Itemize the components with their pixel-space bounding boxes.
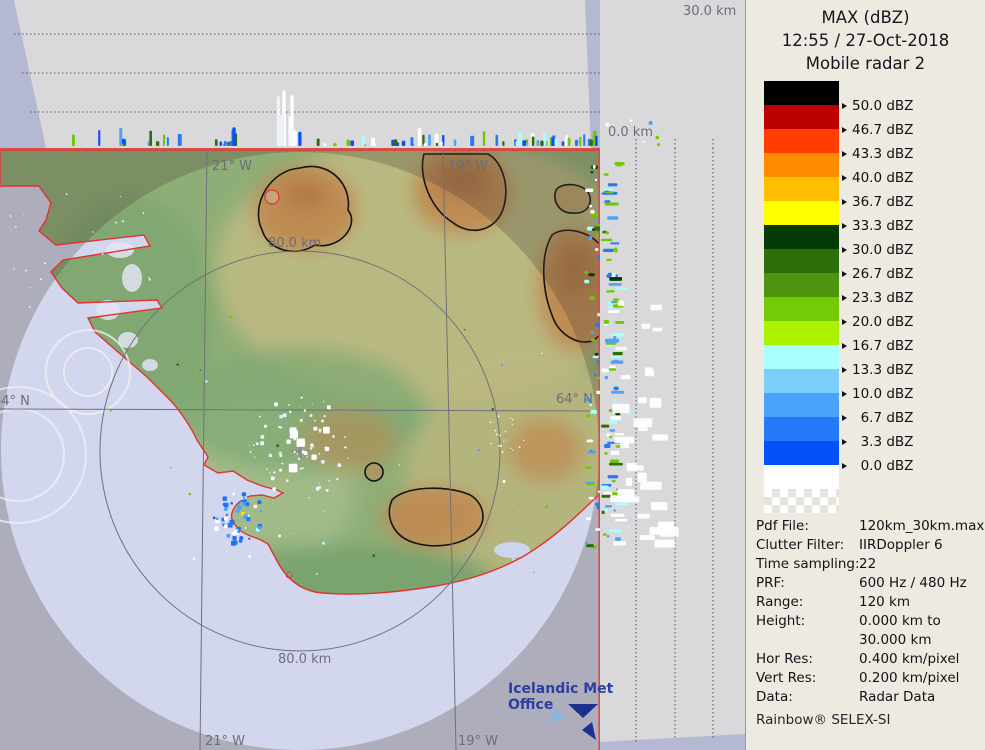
projection-cone-edge [600, 734, 745, 750]
scale-band: 6.7 dBZ [764, 393, 839, 417]
radar-display-window: 30.0 km 0.0 km [0, 0, 985, 750]
product-metadata: Pdf File: 120km_30km.max Clutter Filter:… [756, 517, 981, 707]
scale-band: 16.7 dBZ [764, 321, 839, 345]
scale-band-swatch [764, 321, 839, 345]
scale-band: 46.7 dBZ [764, 105, 839, 129]
metadata-row: Time sampling: 22 [756, 555, 981, 574]
height-min-label: 0.0 km [608, 126, 653, 140]
radar-map-view[interactable]: 21° W 19° W 80.0 km 64° N 64° N 80.0 km … [0, 148, 600, 750]
info-titles: MAX (dBZ) 12:55 / 27-Oct-2018 Mobile rad… [746, 6, 985, 75]
right-projection-panel [600, 148, 745, 750]
parallel-label-64n-right: 64° N [556, 393, 593, 407]
scale-band-label: 26.7 dBZ [842, 266, 913, 282]
scale-band-swatch [764, 177, 839, 201]
parallel-label-64n-left: 64° N [0, 395, 30, 409]
scale-band-label: 50.0 dBZ [842, 98, 913, 114]
scale-band: 23.3 dBZ [764, 273, 839, 297]
radar-name: Mobile radar 2 [746, 52, 985, 75]
width-gridlines [636, 148, 713, 743]
corner-ticks [636, 139, 713, 148]
metadata-row: Hor Res: 0.400 km/pixel [756, 650, 981, 669]
meridian-label-19w-bottom: 19° W [458, 735, 498, 749]
scale-band-swatch [764, 249, 839, 273]
range-label-80km-bottom: 80.0 km [278, 653, 331, 667]
software-brand: Rainbow® SELEX-SI [756, 712, 890, 728]
scale-band-swatch [764, 393, 839, 417]
scale-band-label: 33.3 dBZ [842, 218, 913, 234]
metadata-row: Data: Radar Data [756, 688, 981, 707]
scale-band-swatch [764, 417, 839, 441]
projection-cone-edge [0, 0, 46, 148]
scale-band: 26.7 dBZ [764, 249, 839, 273]
right-projection-echoes [601, 162, 679, 548]
product-title: MAX (dBZ) [746, 6, 985, 29]
scale-band-label: 16.7 dBZ [842, 338, 913, 354]
scale-band-swatch [764, 81, 839, 105]
top-projection-graphic [0, 0, 600, 148]
scale-band-label: 6.7 dBZ [842, 410, 913, 426]
color-scale: 50.0 dBZ 46.7 dBZ 43.3 dBZ 40.0 [764, 81, 839, 513]
scale-band-swatch [764, 201, 839, 225]
scale-band-swatch [764, 441, 839, 465]
scale-band: 10.0 dBZ [764, 369, 839, 393]
scale-band-swatch [764, 105, 839, 129]
imo-logo-line1: Icelandic Met [508, 681, 613, 697]
scale-band: 50.0 dBZ [764, 81, 839, 105]
scale-band-below-threshold [764, 465, 839, 489]
top-projection-panel [0, 0, 600, 148]
small-lake [265, 190, 279, 204]
scale-band-swatch [764, 369, 839, 393]
metadata-row: 30.000 km [756, 631, 981, 650]
scale-band: 36.7 dBZ [764, 177, 839, 201]
height-scale-corner: 30.0 km 0.0 km [600, 0, 745, 148]
scale-band-swatch [764, 297, 839, 321]
projection-cone-edge [585, 0, 600, 148]
metadata-row: Range: 120 km [756, 593, 981, 612]
metadata-row: Clutter Filter: IIRDoppler 6 [756, 536, 981, 555]
timestamp: 12:55 / 27-Oct-2018 [746, 29, 985, 52]
right-projection-graphic [600, 148, 745, 750]
metadata-row: Vert Res: 0.200 km/pixel [756, 669, 981, 688]
scale-band-swatch [764, 153, 839, 177]
scale-band: 43.3 dBZ [764, 129, 839, 153]
meridian-label-19w-top: 19° W [448, 160, 488, 174]
scale-band-swatch [764, 345, 839, 369]
scale-band: 13.3 dBZ [764, 345, 839, 369]
meridian-label-21w-top: 21° W [212, 160, 252, 174]
scale-band-label: 23.3 dBZ [842, 290, 913, 306]
scale-band-swatch [764, 225, 839, 249]
metadata-row: Pdf File: 120km_30km.max [756, 517, 981, 536]
scale-band: 40.0 dBZ [764, 153, 839, 177]
height-gridlines [14, 34, 600, 112]
scale-band-label: 3.3 dBZ [842, 434, 913, 450]
scale-band-label: 13.3 dBZ [842, 362, 913, 378]
scale-band-label: 40.0 dBZ [842, 170, 913, 186]
scale-band-label: 30.0 dBZ [842, 242, 913, 258]
info-panel: MAX (dBZ) 12:55 / 27-Oct-2018 Mobile rad… [745, 0, 985, 750]
scale-band-swatch [764, 273, 839, 297]
scale-band-label: 10.0 dBZ [842, 386, 913, 402]
scale-band-label: 36.7 dBZ [842, 194, 913, 210]
scale-band: 3.3 dBZ [764, 417, 839, 441]
meridian-label-21w-bottom: 21° W [205, 735, 245, 749]
metadata-row: PRF: 600 Hz / 480 Hz [756, 574, 981, 593]
scale-band: 20.0 dBZ [764, 297, 839, 321]
top-projection-echoes [72, 91, 598, 147]
range-label-80km-top: 80.0 km [268, 237, 321, 251]
scale-band-label: 43.3 dBZ [842, 146, 913, 162]
scale-band-transparent [764, 489, 839, 513]
imo-logo-icon [540, 700, 600, 745]
scale-band: 0.0 dBZ [764, 441, 839, 465]
scale-band-label: 0.0 dBZ [842, 458, 913, 474]
metadata-row: Height: 0.000 km to [756, 612, 981, 631]
scale-band: 33.3 dBZ [764, 201, 839, 225]
scale-band-label: 46.7 dBZ [842, 122, 913, 138]
height-max-label: 30.0 km [683, 5, 736, 19]
scale-band-swatch [764, 129, 839, 153]
scale-band: 30.0 dBZ [764, 225, 839, 249]
scale-band-label: 20.0 dBZ [842, 314, 913, 330]
